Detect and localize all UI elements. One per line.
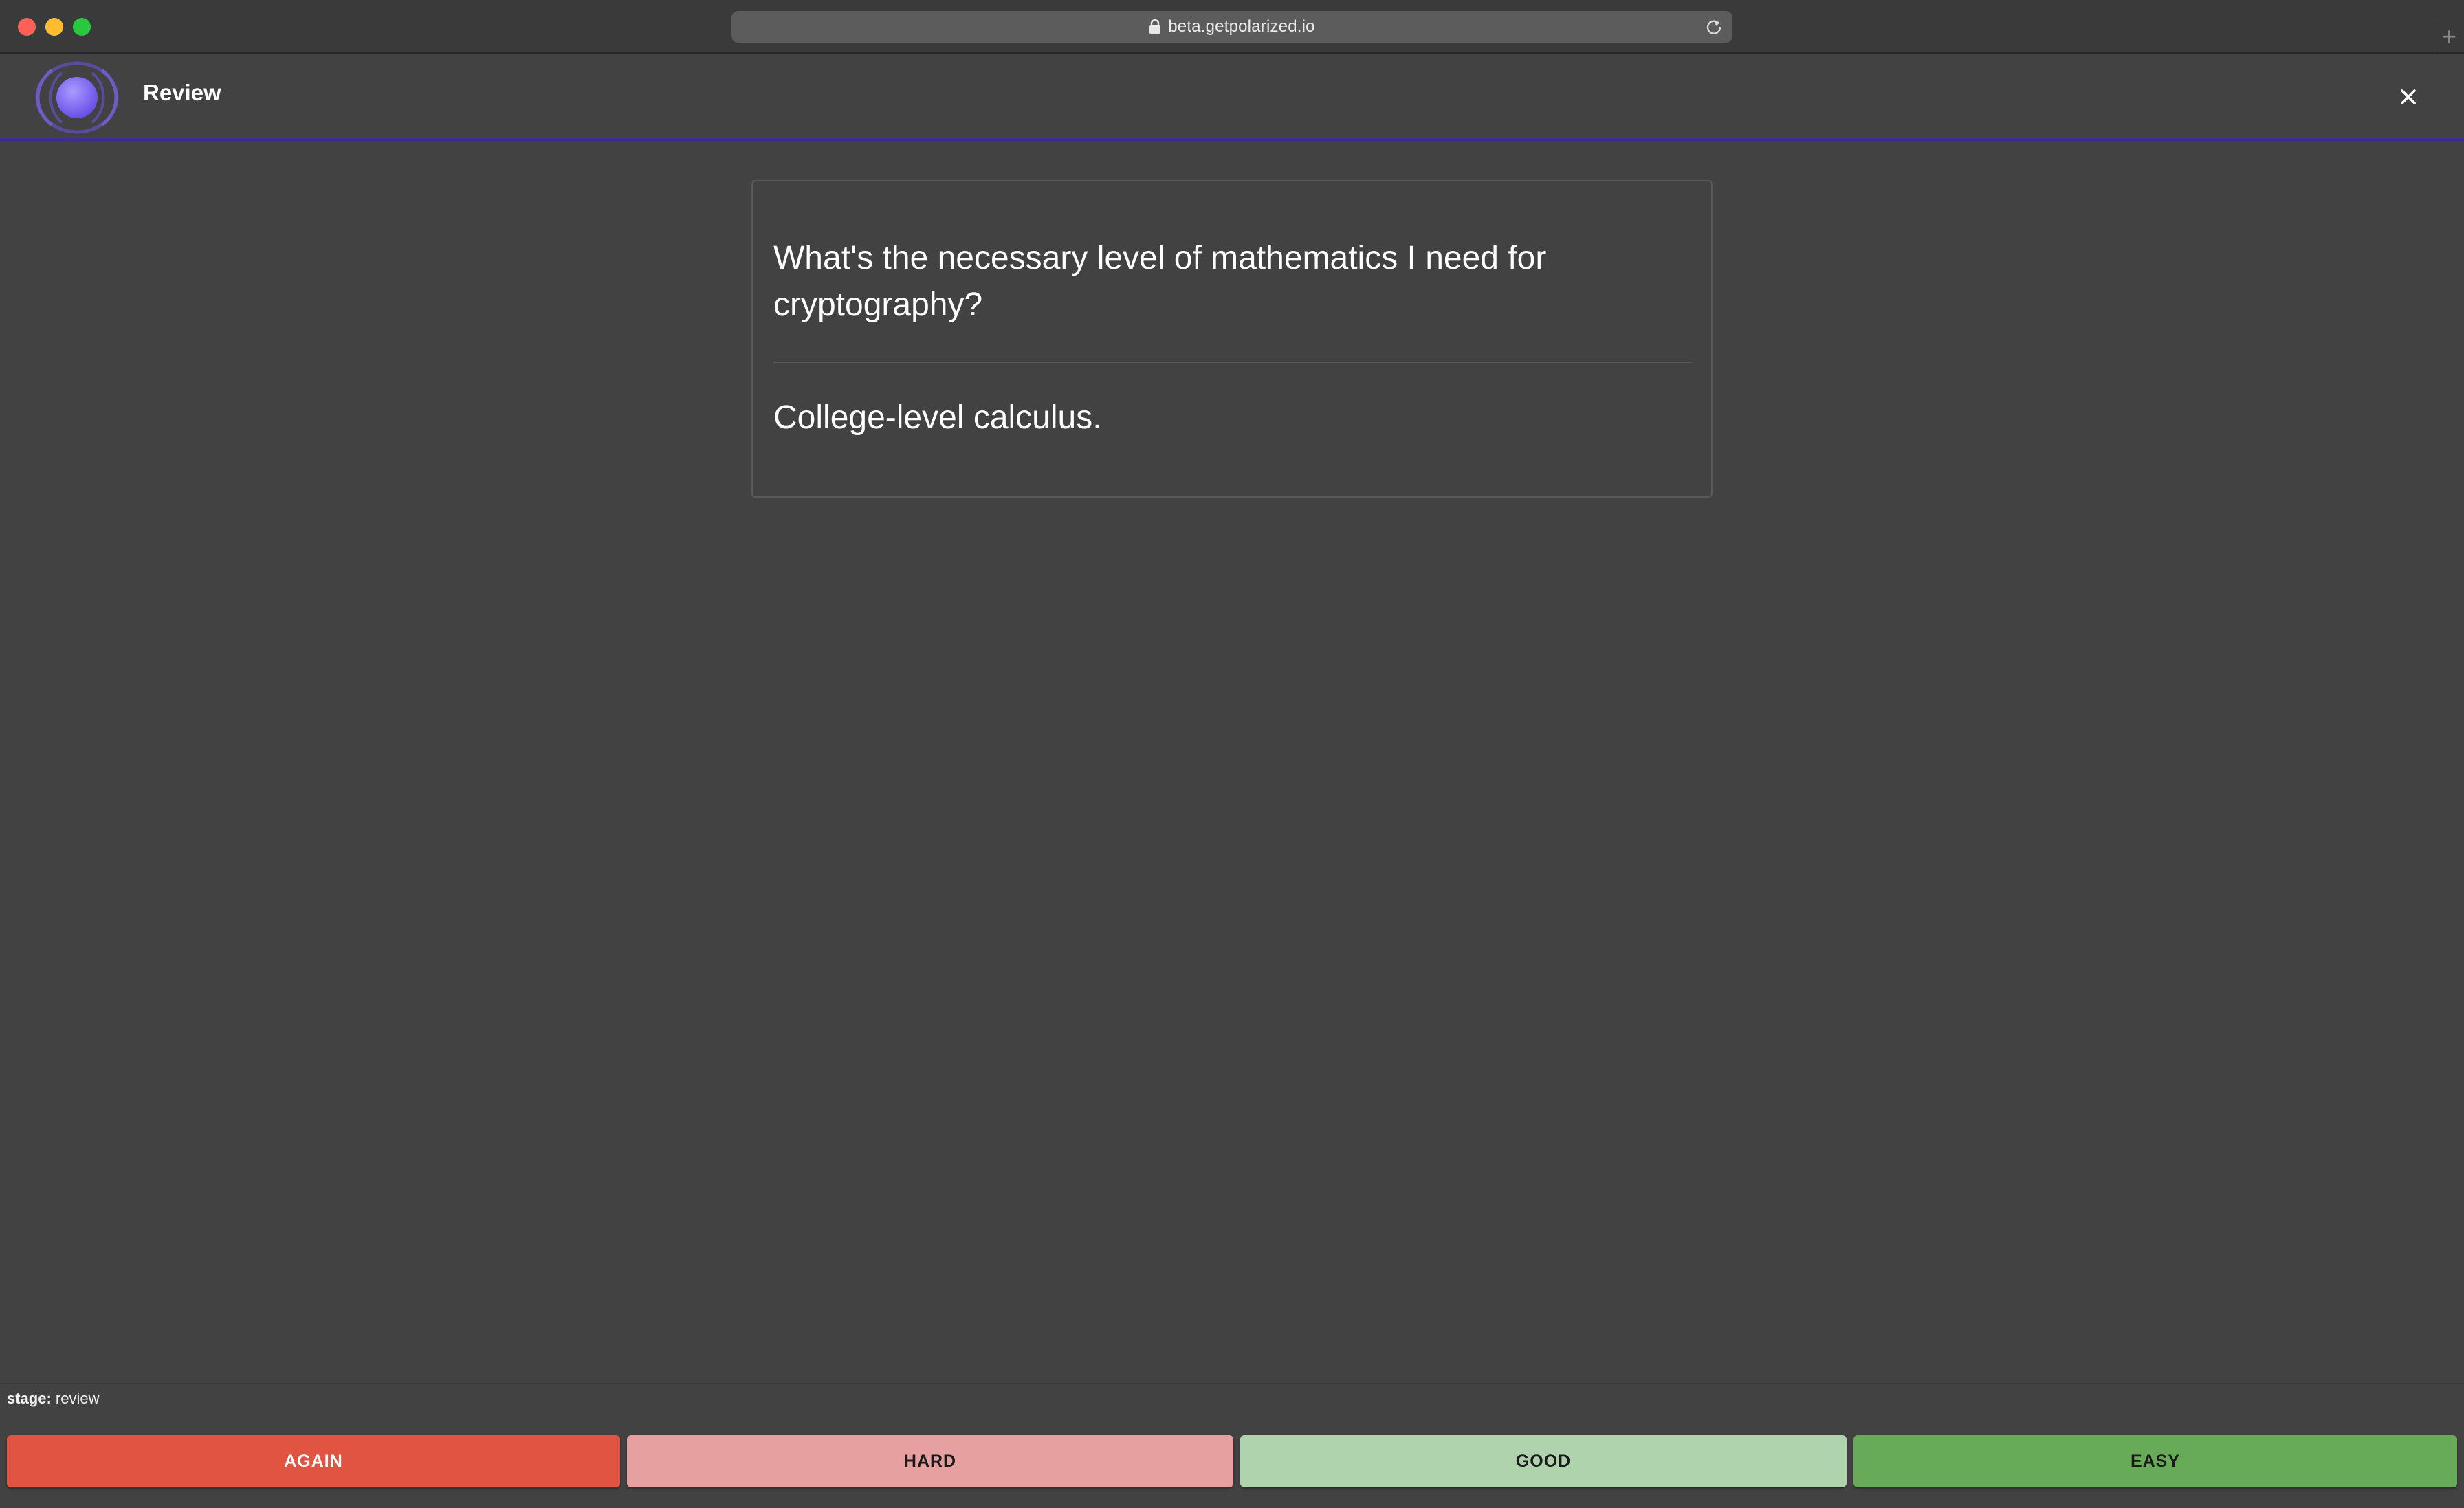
- url-text: beta.getpolarized.io: [1168, 17, 1315, 36]
- close-icon[interactable]: [2395, 84, 2421, 110]
- card-divider: [773, 362, 1692, 363]
- card-answer: College-level calculus.: [773, 399, 1102, 436]
- again-button[interactable]: AGAIN: [7, 1435, 620, 1487]
- card-question: What's the necessary level of mathematic…: [773, 240, 1547, 323]
- easy-button[interactable]: EASY: [1854, 1435, 2457, 1487]
- polar-logo-icon[interactable]: [32, 60, 122, 135]
- window-minimize-icon[interactable]: [45, 18, 63, 36]
- footer-divider: [0, 1383, 2464, 1384]
- new-tab-button[interactable]: +: [2434, 19, 2464, 54]
- stage-value: review: [55, 1390, 100, 1407]
- stage-indicator: stage: review: [7, 1390, 100, 1408]
- page-title: Review: [143, 80, 221, 105]
- window-zoom-icon[interactable]: [73, 18, 91, 36]
- good-button[interactable]: GOOD: [1240, 1435, 1847, 1487]
- stage-label: stage:: [7, 1390, 52, 1407]
- app-header: Review: [0, 54, 2464, 142]
- window-close-icon[interactable]: [18, 18, 36, 36]
- address-bar[interactable]: beta.getpolarized.io: [732, 11, 1732, 43]
- hard-button[interactable]: HARD: [627, 1435, 1233, 1487]
- lock-icon: [1150, 19, 1161, 34]
- reload-icon[interactable]: [1705, 18, 1723, 36]
- browser-toolbar: beta.getpolarized.io +: [0, 0, 2464, 54]
- flashcard: What's the necessary level of mathematic…: [751, 180, 1713, 498]
